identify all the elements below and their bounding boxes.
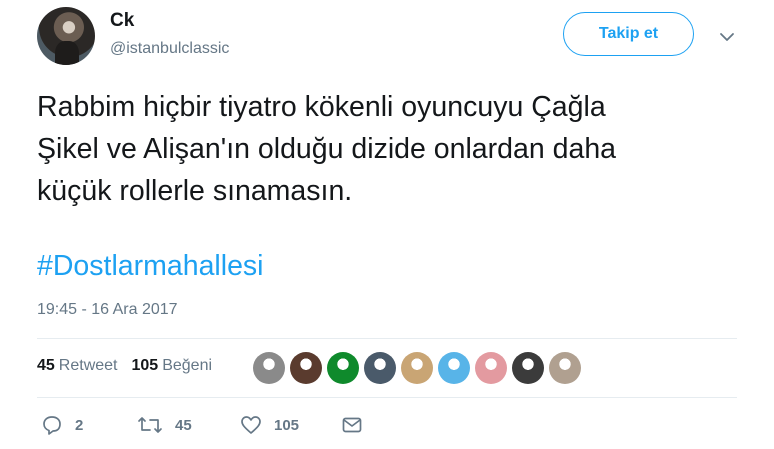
follow-button[interactable]: Takip et [563, 12, 694, 56]
username[interactable]: @istanbulclassic [110, 40, 229, 58]
retweet-action[interactable]: 45 [137, 414, 192, 436]
retweet-icon [138, 417, 162, 433]
author-avatar[interactable] [37, 7, 95, 65]
reply-action[interactable]: 2 [41, 414, 83, 436]
direct-message-action[interactable] [341, 414, 363, 436]
stats-bar: 45 Retweet 105 Beğeni [37, 357, 212, 375]
liker-avatar-4[interactable] [364, 352, 396, 384]
divider [37, 397, 737, 398]
hashtag-link[interactable]: #Dostlarmahallesi [37, 245, 264, 287]
display-name[interactable]: Ck [110, 10, 134, 32]
tweet-text-line: küçük rollerle sınamasın. [37, 175, 353, 207]
retweet-stat[interactable]: 45 Retweet [37, 357, 118, 375]
liker-avatar-8[interactable] [512, 352, 544, 384]
tweet-text: Rabbim hiçbir tiyatro kökenli oyuncuyu Ç… [37, 86, 757, 212]
liker-avatar-6[interactable] [438, 352, 470, 384]
like-stat-label: Beğeni [162, 357, 213, 374]
tweet-text-line: Rabbim hiçbir tiyatro kökenli oyuncuyu Ç… [37, 91, 606, 123]
retweet-stat-label: Retweet [58, 357, 118, 374]
liker-avatar-9[interactable] [549, 352, 581, 384]
like-action[interactable]: 105 [240, 414, 299, 436]
divider [37, 338, 737, 339]
liker-avatar-5[interactable] [401, 352, 433, 384]
timestamp[interactable]: 19:45 - 16 Ara 2017 [37, 301, 178, 319]
like-stat[interactable]: 105 Beğeni [132, 357, 213, 375]
liker-avatars [253, 352, 581, 384]
liker-avatar-3[interactable] [327, 352, 359, 384]
retweet-count: 45 [175, 416, 192, 434]
reply-icon [43, 416, 61, 435]
liker-avatar-7[interactable] [475, 352, 507, 384]
tweet-text-line: Şikel ve Alişan'ın olduğu dizide onlarda… [37, 133, 617, 165]
liker-avatar-2[interactable] [290, 352, 322, 384]
heart-icon [241, 416, 261, 434]
like-count: 105 [274, 416, 300, 434]
retweet-stat-count: 45 [37, 357, 55, 374]
liker-avatar-1[interactable] [253, 352, 285, 384]
chevron-down-icon[interactable] [717, 27, 737, 47]
envelope-icon [342, 417, 362, 433]
reply-count: 2 [75, 416, 84, 434]
like-stat-count: 105 [131, 357, 159, 374]
